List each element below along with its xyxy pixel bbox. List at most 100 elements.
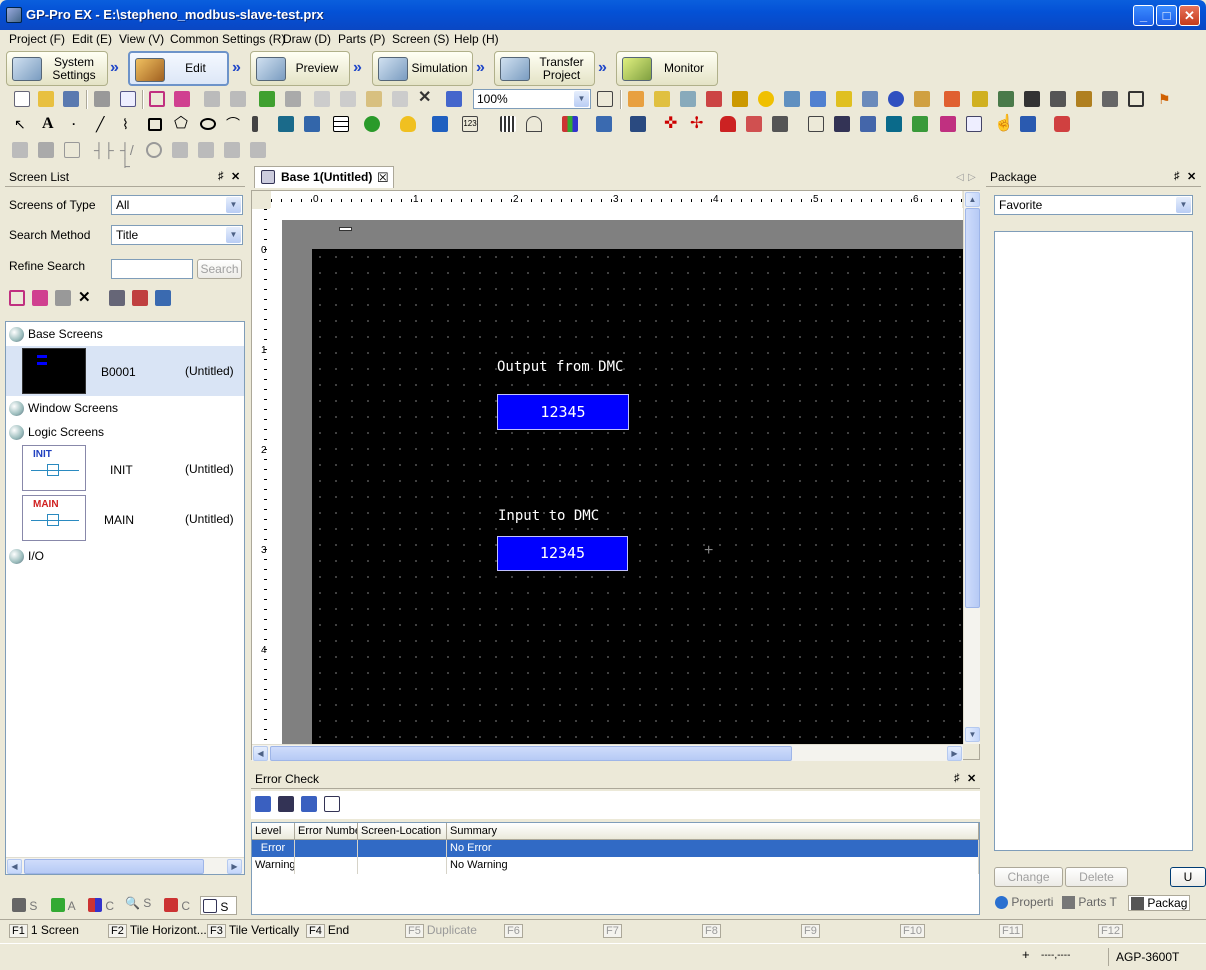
close-icon[interactable]: ✕ — [967, 772, 976, 785]
message-icon[interactable] — [834, 116, 850, 132]
graph-icon[interactable] — [596, 116, 612, 132]
title-bar[interactable]: GP-Pro EX - E:\stepheno_modbus-slave-tes… — [0, 0, 1206, 30]
menu-screen[interactable]: Screen (S) — [392, 32, 449, 46]
hand-icon[interactable]: ☝ — [994, 116, 1014, 132]
output-numeric-display[interactable]: 12345 — [497, 394, 629, 430]
ladder-rung-icon[interactable] — [12, 142, 28, 158]
printer-setting-icon[interactable] — [1076, 91, 1092, 107]
menu-draw[interactable]: Draw (D) — [283, 32, 331, 46]
fkey-f7[interactable]: F7 — [603, 923, 625, 938]
screen-item-init[interactable]: INIT INIT (Untitled) — [6, 443, 244, 493]
ladder-branch-icon[interactable] — [38, 142, 54, 158]
ellipse-icon[interactable] — [200, 118, 216, 130]
monitor-button[interactable]: Monitor — [616, 51, 718, 86]
delete-button[interactable]: Delete — [1065, 867, 1128, 887]
preview-button[interactable]: Preview — [250, 51, 350, 86]
pen-icon[interactable] — [940, 116, 956, 132]
copy-screen-icon[interactable] — [174, 91, 190, 107]
dot-icon[interactable]: · — [72, 116, 88, 132]
arc-icon[interactable]: ⌒ — [226, 116, 242, 132]
transfer-project-button[interactable]: Transfer Project — [494, 51, 595, 86]
data-transfer-icon[interactable] — [912, 116, 928, 132]
check-list-icon[interactable] — [324, 796, 340, 812]
contact-a-icon[interactable]: ┤├ — [94, 142, 114, 158]
address-icon[interactable] — [654, 91, 670, 107]
grid-pattern-icon[interactable] — [304, 116, 320, 132]
ladder-block-icon[interactable] — [64, 142, 80, 158]
search-method-select[interactable]: Title ▼ — [111, 225, 243, 245]
replace-icon[interactable] — [392, 91, 408, 107]
fkey-f5[interactable]: F5 Duplicate — [405, 923, 477, 938]
print-preview-icon[interactable] — [120, 91, 136, 107]
tree-node-window-screens[interactable]: Window Screens — [9, 401, 118, 417]
fkey-f11[interactable]: F11 — [999, 923, 1026, 938]
tab-properties[interactable]: Properti — [995, 895, 1053, 910]
tree-node-base-screens[interactable]: Base Screens — [9, 327, 103, 343]
tab-parts-toolbox[interactable]: Parts T — [1062, 895, 1117, 910]
scroll-right-icon[interactable]: ▶ — [227, 859, 242, 874]
text-icon[interactable]: A — [42, 116, 58, 132]
comment-icon[interactable] — [680, 91, 696, 107]
list-icon[interactable] — [966, 116, 982, 132]
tree-node-logic-screens[interactable]: Logic Screens — [9, 425, 104, 441]
polygon-icon[interactable]: ⬠ — [174, 116, 190, 132]
fkey-f3[interactable]: F3 Tile Vertically — [207, 923, 299, 938]
scroll-thumb[interactable] — [270, 746, 792, 761]
screen-monitor-icon[interactable] — [109, 290, 125, 306]
save-icon[interactable] — [63, 91, 79, 107]
scale-icon[interactable] — [252, 116, 258, 132]
line-icon[interactable]: ╱ — [96, 116, 112, 132]
open-icon[interactable] — [38, 91, 54, 107]
recipe-icon[interactable] — [944, 91, 960, 107]
package-list[interactable] — [994, 231, 1193, 851]
minimize-button[interactable]: _ — [1133, 5, 1154, 26]
menu-common-settings[interactable]: Common Settings (R) — [170, 32, 285, 46]
table-row[interactable]: Warning No Warning — [252, 857, 979, 874]
tab-base-1[interactable]: Base 1(Untitled) ☒ — [254, 166, 394, 188]
tab-screen[interactable]: S — [12, 896, 37, 913]
fkey-f10[interactable]: F10 — [900, 923, 928, 938]
menu-view[interactable]: View (V) — [119, 32, 164, 46]
scroll-thumb[interactable] — [24, 859, 204, 874]
delete-icon[interactable]: ✕ — [418, 90, 434, 107]
script-icon[interactable] — [972, 91, 988, 107]
parts-icon[interactable] — [628, 91, 644, 107]
display-icon[interactable] — [432, 116, 448, 132]
fit-screen-icon[interactable] — [597, 91, 613, 107]
table-row[interactable]: Error No Error — [252, 840, 979, 857]
scroll-left-icon[interactable]: ◀ — [253, 746, 268, 761]
error-check-icon[interactable] — [446, 91, 462, 107]
screen-item-main[interactable]: MAIN MAIN (Untitled) — [6, 493, 244, 543]
forward-icon[interactable] — [230, 91, 246, 107]
close-tab-icon[interactable]: ☒ — [377, 170, 389, 186]
device-icon[interactable] — [1050, 91, 1066, 107]
sound-icon[interactable] — [784, 91, 800, 107]
tab-search[interactable]: 🔍 S — [125, 896, 151, 910]
table-icon[interactable] — [333, 116, 349, 132]
reset-coil-icon[interactable] — [198, 142, 214, 158]
fkey-f6[interactable]: F6 — [504, 923, 526, 938]
delete-icon[interactable]: ✕ — [78, 290, 94, 306]
scroll-thumb[interactable] — [965, 208, 980, 608]
window-part-icon[interactable] — [808, 116, 824, 132]
polyline-icon[interactable]: ⌇ — [122, 116, 138, 132]
function-block-icon[interactable] — [250, 142, 266, 158]
chart-icon[interactable] — [562, 116, 578, 132]
tab-scroll-right-icon[interactable]: ▷ — [968, 172, 976, 183]
cut-icon[interactable] — [314, 91, 330, 107]
editor-vertical-scrollbar[interactable]: ▲ ▼ — [963, 191, 980, 744]
fkey-f2[interactable]: F2 Tile Horizont... — [108, 923, 207, 938]
close-icon[interactable]: ✕ — [1187, 170, 1196, 183]
keypad-icon[interactable] — [772, 116, 788, 132]
check-all-icon[interactable] — [255, 796, 271, 812]
scroll-right-icon[interactable]: ▶ — [947, 746, 962, 761]
fkey-f4[interactable]: F4 End — [306, 923, 349, 938]
check-screen-icon[interactable] — [278, 796, 294, 812]
lamp-icon[interactable] — [400, 116, 416, 132]
data-display-icon[interactable]: 123 — [462, 116, 478, 132]
screen-color-icon[interactable] — [132, 290, 148, 306]
meter-icon[interactable] — [526, 116, 542, 132]
trend-icon[interactable] — [630, 116, 646, 132]
transfer-arrow-icon[interactable] — [285, 91, 301, 107]
rectangle-icon[interactable] — [148, 118, 162, 131]
